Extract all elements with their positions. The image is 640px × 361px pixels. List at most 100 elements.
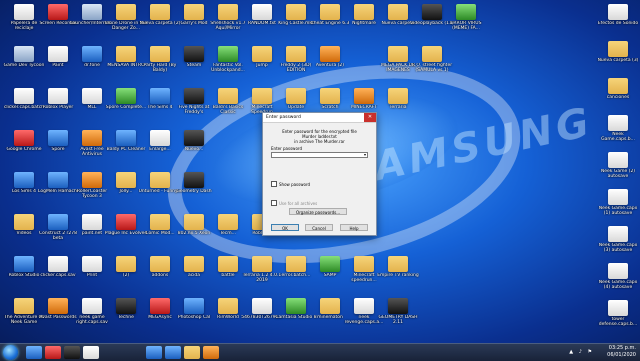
app-icon: [608, 4, 628, 20]
app-icon: [184, 88, 204, 104]
app-icon: [48, 214, 68, 230]
desktop-icon[interactable]: canciones: [596, 78, 640, 105]
app-icon: [422, 4, 442, 20]
taskbar-browser-icon[interactable]: [45, 346, 61, 359]
use-for-all-checkbox[interactable]: Use for all archives: [271, 200, 317, 206]
show-password-checkbox[interactable]: Show password: [271, 181, 310, 187]
desktop-icon[interactable]: R.O. street fighter (SAMULA vs 1): [410, 46, 454, 73]
taskbar-winrar-icon[interactable]: [203, 346, 219, 359]
use-for-all-label: Use for all archives: [279, 200, 318, 206]
taskbar-ie-icon[interactable]: [165, 346, 181, 359]
desktop-icon[interactable]: Neek Game.capx (4) autosave: [596, 263, 640, 290]
desktop-icon-label: Aventura (2): [315, 63, 345, 68]
system-tray-icons[interactable]: ▲ ♪ ⚑: [569, 349, 594, 355]
folder-icon: [14, 214, 34, 230]
app-icon: [82, 172, 102, 188]
taskbar-settings-icon[interactable]: [83, 346, 99, 359]
desktop-icon[interactable]: Terraria: [376, 88, 420, 115]
app-icon: [48, 256, 68, 272]
folder-icon: [320, 88, 340, 104]
app-icon: [14, 4, 34, 20]
desktop-icon[interactable]: Neek Game.capx (3) autosave: [596, 226, 640, 253]
taskbar-photoshop-icon[interactable]: [146, 346, 162, 359]
app-icon: [184, 298, 204, 314]
app-icon: [184, 130, 204, 146]
app-icon: [252, 4, 272, 20]
app-icon: [150, 88, 170, 104]
checkbox-box[interactable]: [271, 200, 277, 206]
desktop-icon[interactable]: ERROR VIRUS (MEME) FA...: [444, 4, 488, 31]
app-icon: [48, 298, 68, 314]
app-icon: [82, 88, 102, 104]
desktop-icon[interactable]: Efectos de Sonido: [596, 4, 640, 31]
folder-icon: [286, 256, 306, 272]
folder-icon: [252, 256, 272, 272]
taskbar-media-icon[interactable]: [64, 346, 80, 359]
app-icon: [82, 256, 102, 272]
desktop-icon[interactable]: Neek Game.caps.b...: [596, 115, 640, 142]
desktop-icon[interactable]: Neek Game.capx (1) autosave: [596, 189, 640, 216]
password-label: Enter password: [271, 146, 302, 151]
start-button[interactable]: [3, 345, 18, 360]
close-icon[interactable]: ✕: [364, 113, 376, 122]
folder-icon: [116, 46, 136, 62]
clock[interactable]: 03:25 p.m. 06/01/2020: [607, 345, 636, 359]
show-password-label: Show password: [279, 181, 311, 187]
desktop-icon-label: Geometry Dash: [176, 189, 212, 194]
app-icon: [48, 88, 68, 104]
desktop-icon[interactable]: Empire TV ranking: [376, 256, 420, 283]
app-icon: [320, 46, 340, 62]
organize-passwords-button[interactable]: Organize passwords...: [289, 208, 347, 215]
desktop-icon-label: ERROR VIRUS (MEME) FA...: [450, 21, 482, 31]
folder-icon: [388, 88, 408, 104]
dialog-titlebar[interactable]: Enter password ✕: [263, 113, 376, 123]
folder-icon: [422, 46, 442, 62]
desktop-icon-label: GEOMETRY DASH 2.11: [378, 315, 418, 325]
desktop-icon-label: Neek Game.capx (3) autosave: [598, 243, 638, 253]
app-icon: [354, 88, 374, 104]
desktop-icon[interactable]: Aventura (2): [308, 46, 352, 73]
app-icon: [116, 298, 136, 314]
app-icon: [82, 298, 102, 314]
folder-icon: [252, 46, 272, 62]
taskbar-folder-icon[interactable]: [184, 346, 200, 359]
desktop-icon[interactable]: Neek Game (2) autosave: [596, 152, 640, 179]
chevron-down-icon[interactable]: ▾: [364, 152, 366, 157]
desktop-icon-label: Efectos de Sonido: [597, 21, 639, 26]
desktop-icon[interactable]: Nuevo...: [172, 130, 216, 157]
ok-button[interactable]: OK: [271, 224, 299, 231]
folder-icon: [286, 88, 306, 104]
desktop-icon-label: R.O. street fighter (SAMULA vs 1): [411, 63, 453, 73]
desktop-icon[interactable]: tower defense.caps.b...: [596, 300, 640, 327]
app-icon: [48, 172, 68, 188]
app-icon: [82, 130, 102, 146]
folder-icon: [252, 88, 272, 104]
app-icon: [14, 88, 34, 104]
app-icon: [150, 298, 170, 314]
cancel-button[interactable]: Cancel: [305, 224, 333, 231]
folder-icon: [150, 46, 170, 62]
help-button[interactable]: Help: [340, 224, 368, 231]
password-input[interactable]: ▾: [271, 152, 368, 158]
app-icon: [608, 189, 628, 205]
app-icon: [252, 298, 272, 314]
app-icon: [14, 256, 34, 272]
taskbar-explorer-icon[interactable]: [26, 346, 42, 359]
checkbox-box[interactable]: [271, 181, 277, 187]
app-icon: [320, 256, 340, 272]
app-icon: [608, 300, 628, 316]
app-icon: [116, 88, 136, 104]
desktop-icon[interactable]: Geometry Dash: [172, 172, 216, 199]
app-icon: [184, 172, 204, 188]
app-icon: [608, 115, 628, 131]
desktop-icon-label: Neek Game (2) autosave: [600, 169, 636, 179]
desktop-icon[interactable]: GEOMETRY DASH 2.11: [376, 298, 420, 325]
app-icon: [150, 130, 170, 146]
folder-icon: [608, 41, 628, 57]
app-icon: [82, 46, 102, 62]
folder-icon: [116, 172, 136, 188]
app-icon: [14, 46, 34, 62]
folder-icon: [116, 4, 136, 20]
desktop-icon-label: Neek Game.caps.b...: [601, 132, 635, 142]
desktop-icon[interactable]: Nueva carpeta (3): [596, 41, 640, 68]
